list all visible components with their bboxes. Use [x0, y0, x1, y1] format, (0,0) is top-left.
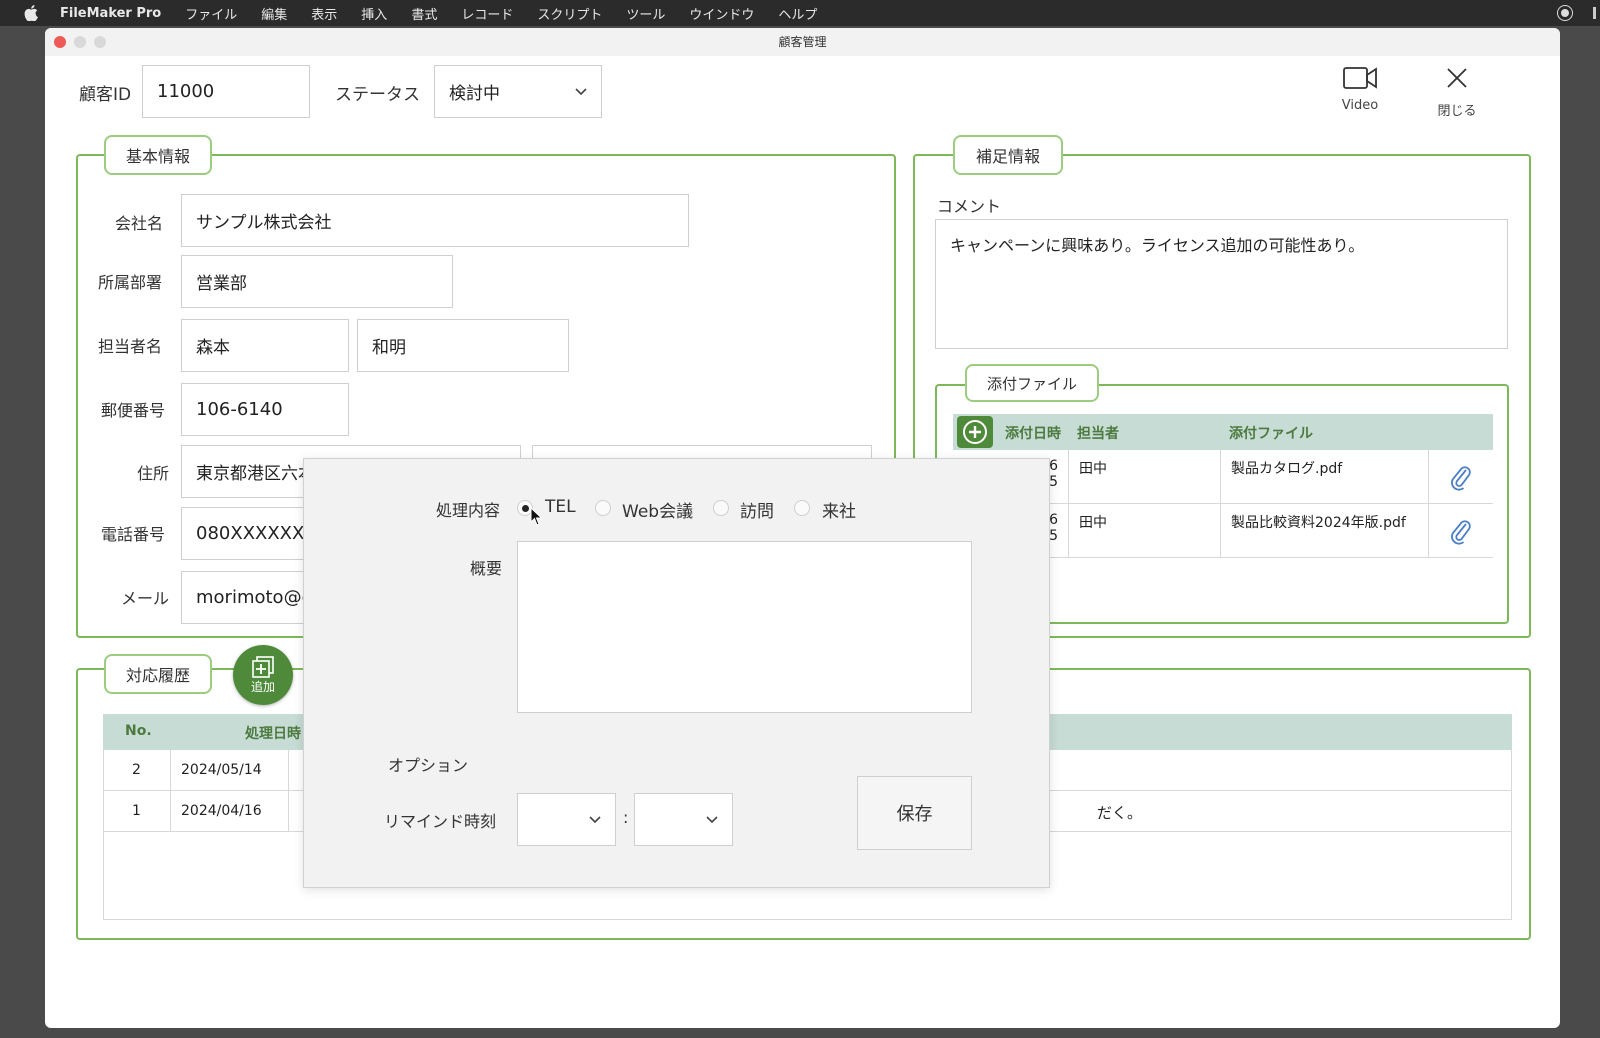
menu-extra-icon — [1593, 7, 1596, 19]
remind-minute-select[interactable] — [634, 793, 733, 846]
company-label: 会社名 — [115, 214, 164, 233]
attachments-header: 添付日時 担当者 添付ファイル — [953, 414, 1493, 450]
col-attach-date[interactable]: 添付日時 — [1005, 423, 1061, 443]
company-field[interactable]: サンプル株式会社 — [181, 194, 689, 247]
video-camera-icon — [1343, 67, 1377, 89]
radio-visit[interactable] — [713, 500, 729, 516]
app-name-menu[interactable]: FileMaker Pro — [60, 6, 161, 21]
history-date-cell: 2024/05/14 — [171, 750, 289, 790]
menu-records[interactable]: レコード — [461, 4, 513, 23]
col-attach-staff[interactable]: 担当者 — [1077, 423, 1119, 443]
supplement-tab: 補足情報 — [953, 135, 1063, 175]
comment-field[interactable]: キャンペーンに興味あり。ライセンス追加の可能性あり。 — [935, 219, 1508, 349]
status-select-value: 検討中 — [449, 84, 500, 104]
radio-tel-label[interactable]: TEL — [545, 497, 576, 517]
phone-label: 電話番号 — [101, 525, 166, 544]
chevron-down-icon — [589, 815, 601, 823]
plus-circle-icon — [963, 420, 987, 444]
zoom-window-button[interactable] — [94, 36, 106, 48]
menu-file[interactable]: ファイル — [185, 4, 237, 23]
menu-tools[interactable]: ツール — [626, 4, 665, 23]
customer-id-label: 顧客ID — [79, 85, 132, 105]
contact-last-name-field[interactable]: 森本 — [181, 319, 349, 372]
add-history-button[interactable]: 追加 — [233, 645, 293, 705]
radio-office-visit[interactable] — [794, 500, 810, 516]
status-select[interactable]: 検討中 — [434, 65, 602, 118]
menu-bar: FileMaker Pro ファイル 編集 表示 挿入 書式 レコード スクリプ… — [0, 0, 1600, 26]
customer-id-field[interactable]: 11000 — [142, 65, 310, 118]
summary-label: 概要 — [470, 559, 503, 578]
save-button[interactable]: 保存 — [857, 776, 972, 850]
radio-visit-label[interactable]: 訪問 — [740, 497, 774, 522]
email-label: メール — [121, 589, 170, 608]
comment-label: コメント — [937, 197, 1002, 216]
attach-staff-cell: 田中 — [1069, 450, 1221, 503]
zip-label: 郵便番号 — [101, 401, 166, 420]
address-label: 住所 — [137, 464, 170, 483]
col-attach-file[interactable]: 添付ファイル — [1229, 423, 1313, 443]
close-window-button[interactable] — [54, 36, 66, 48]
basic-info-tab: 基本情報 — [104, 135, 212, 175]
open-attachment-button[interactable] — [1429, 450, 1493, 503]
minimize-window-button[interactable] — [74, 36, 86, 48]
add-attachment-button[interactable] — [957, 416, 993, 448]
history-summary-cell: だく。 — [1097, 804, 1143, 822]
chevron-down-icon — [706, 815, 718, 823]
open-attachment-button[interactable] — [1429, 504, 1493, 557]
col-process-date[interactable]: 処理日時 — [245, 723, 301, 743]
menu-scripts[interactable]: スクリプト — [537, 4, 602, 23]
department-field[interactable]: 営業部 — [181, 255, 453, 308]
radio-office-visit-label[interactable]: 来社 — [822, 497, 856, 522]
add-history-label: 追加 — [250, 679, 275, 694]
radio-web-meeting[interactable] — [595, 500, 611, 516]
attach-file-cell: 製品カタログ.pdf — [1221, 450, 1429, 503]
window-title: 顧客管理 — [778, 35, 827, 49]
video-label: Video — [1341, 98, 1379, 113]
remind-time-separator: : — [623, 808, 629, 827]
attachments-tab: 添付ファイル — [965, 364, 1099, 402]
close-label: 閉じる — [1437, 104, 1477, 119]
close-icon — [1447, 68, 1467, 88]
col-no[interactable]: No. — [125, 723, 152, 739]
history-no-cell: 1 — [103, 791, 171, 831]
menu-help[interactable]: ヘルプ — [778, 4, 817, 23]
close-button[interactable]: 閉じる — [1417, 66, 1497, 119]
radio-web-meeting-label[interactable]: Web会議 — [622, 497, 693, 522]
remind-time-label: リマインド時刻 — [384, 812, 497, 831]
department-label: 所属部署 — [98, 273, 163, 292]
record-status-icon[interactable] — [1558, 6, 1572, 20]
history-tab: 対応履歴 — [104, 654, 212, 694]
attach-staff-cell: 田中 — [1069, 504, 1221, 557]
paperclip-icon — [1451, 465, 1471, 491]
chevron-down-icon — [575, 87, 587, 95]
contact-name-label: 担当者名 — [98, 337, 163, 356]
attach-file-cell: 製品比較資料2024年版.pdf — [1221, 504, 1429, 557]
menu-window[interactable]: ウインドウ — [689, 4, 754, 23]
option-label: オプション — [388, 756, 469, 775]
history-entry-popover: 処理内容 TEL Web会議 訪問 来社 概要 オプション リマインド時刻 : … — [303, 458, 1050, 888]
process-type-label: 処理内容 — [436, 501, 501, 520]
status-label: ステータス — [335, 85, 420, 105]
zip-field[interactable]: 106-6140 — [181, 383, 349, 436]
video-button[interactable]: Video — [1320, 64, 1400, 113]
contact-first-name-field[interactable]: 和明 — [357, 319, 569, 372]
history-date-cell: 2024/04/16 — [171, 791, 289, 831]
summary-field[interactable] — [517, 541, 972, 713]
paperclip-icon — [1451, 519, 1471, 545]
remind-hour-select[interactable] — [517, 793, 616, 846]
mouse-cursor-icon — [530, 507, 543, 526]
menu-view[interactable]: 表示 — [311, 4, 337, 23]
add-record-icon — [252, 655, 274, 678]
apple-icon[interactable] — [22, 4, 40, 22]
menu-edit[interactable]: 編集 — [261, 4, 287, 23]
history-no-cell: 2 — [103, 750, 171, 790]
menu-format[interactable]: 書式 — [411, 4, 437, 23]
menu-insert[interactable]: 挿入 — [361, 4, 387, 23]
title-bar: 顧客管理 — [45, 28, 1560, 56]
